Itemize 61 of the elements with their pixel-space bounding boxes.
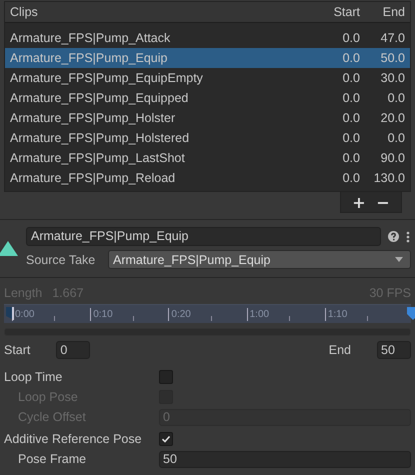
triangle-icon — [0, 240, 18, 256]
list-button[interactable]: + — [347, 192, 371, 212]
checkbox[interactable] — [159, 370, 173, 384]
clip-row[interactable]: Armature_FPS|Pump_Equip 0.0 50.0 — [5, 48, 410, 68]
clip-start: 0.0 — [342, 71, 360, 85]
clip-row[interactable]: Armature_FPS|Pump_Reload 0.0 130.0 — [5, 168, 410, 188]
clip-start: 0.0 — [342, 111, 360, 125]
time-label: 1:00 — [250, 309, 270, 320]
clip-end: 0.0 — [386, 91, 405, 105]
clip-name: Armature_FPS|Pump_Holstered — [10, 131, 190, 145]
more-icon[interactable] — [406, 230, 410, 242]
column-header: Start — [332, 5, 360, 19]
column-header: End — [382, 5, 405, 19]
clip-name: Armature_FPS|Pump_Holster — [10, 111, 176, 125]
column-header: Clips — [10, 5, 39, 19]
clip-row[interactable]: Armature_FPS|Pump_EquipEmpty 0.0 30.0 — [5, 68, 410, 88]
check-icon — [161, 434, 171, 444]
source-take-label: Source Take — [26, 252, 96, 266]
clip-name: Armature_FPS|Pump_LastShot — [10, 151, 186, 165]
caret-icon — [395, 257, 403, 262]
clip-end: 47.0 — [380, 31, 405, 45]
source-take-dropdown[interactable]: Armature_FPS|Pump_Equip — [108, 250, 411, 269]
clip-end: 90.0 — [380, 151, 405, 165]
clip-start: 0.0 — [342, 91, 360, 105]
time-label: 0:10 — [93, 309, 113, 320]
input-field[interactable]: 50 — [159, 450, 411, 468]
start-label: Start — [4, 343, 30, 357]
start-field[interactable]: 0 — [56, 341, 90, 359]
list-button[interactable]: − — [371, 192, 395, 212]
clip-end: 130.0 — [372, 171, 405, 185]
clip-row[interactable]: Armature_FPS|Pump_Holstered 0.0 0.0 — [5, 128, 410, 148]
clip-name: Armature_FPS|Pump_EquipEmpty — [10, 71, 204, 85]
clip-start: 0.0 — [342, 51, 360, 65]
time-label: 1:10 — [328, 309, 348, 320]
setting-label: Pose Frame — [17, 452, 88, 466]
clip-row[interactable]: Armature_FPS|Pump_Equipped 0.0 0.0 — [5, 88, 410, 108]
start-marker[interactable] — [6, 307, 14, 320]
clip-row[interactable]: Armature_FPS|Pump_Attack 0.0 47.0 — [5, 28, 410, 48]
clip-name: Armature_FPS|Pump_Attack — [10, 31, 172, 45]
clip-start: 0.0 — [342, 31, 360, 45]
clip-start: 0.0 — [342, 171, 360, 185]
clip-end: 50.0 — [380, 51, 405, 65]
end-field[interactable]: 50 — [377, 341, 411, 359]
clip-name: Armature_FPS|Pump_Reload — [10, 171, 176, 185]
setting-label: Additive Reference Pose — [4, 432, 143, 446]
clip-start: 0.0 — [342, 131, 360, 145]
clip-end: 30.0 — [380, 71, 405, 85]
clip-row[interactable]: Armature_FPS|Pump_LastShot 0.0 90.0 — [5, 148, 410, 168]
time-label: 0:20 — [171, 309, 191, 320]
end-label: End — [328, 343, 351, 357]
clip-row[interactable]: Armature_FPS|Pump_Holster 0.0 20.0 — [5, 108, 410, 128]
clip-name-field[interactable]: Armature_FPS|Pump_Equip — [26, 227, 381, 246]
clip-end: 0.0 — [386, 131, 405, 145]
help-icon[interactable] — [388, 231, 399, 242]
checkbox[interactable] — [159, 432, 173, 446]
clip-end: 20.0 — [380, 111, 405, 125]
clip-name: Armature_FPS|Pump_Equipped — [10, 91, 190, 105]
time-label: 0:00 — [15, 309, 34, 320]
clip-start: 0.0 — [342, 151, 360, 165]
clip-name: Armature_FPS|Pump_Equip — [10, 51, 168, 65]
setting-label: Loop Time — [4, 370, 64, 384]
